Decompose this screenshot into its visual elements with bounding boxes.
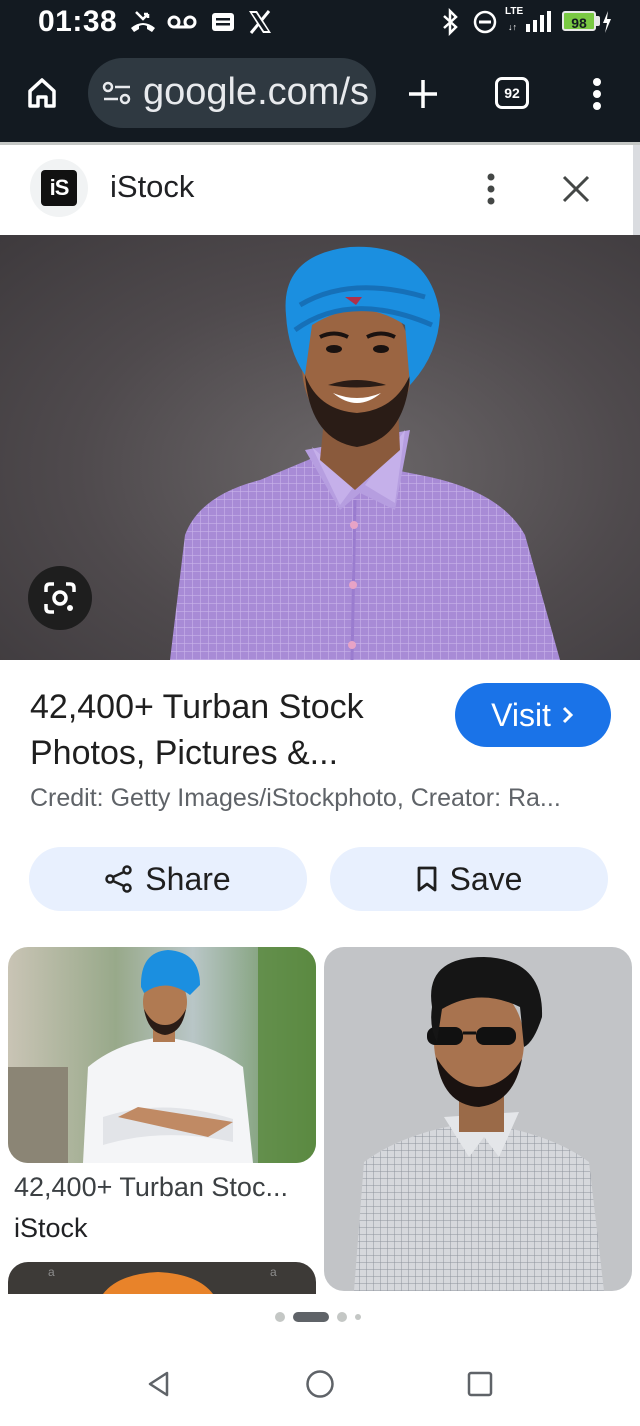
related-image[interactable] xyxy=(324,947,632,1291)
man-with-crossed-arms-photo xyxy=(8,947,316,1163)
home-button[interactable] xyxy=(22,75,62,111)
signal-icon: ↓↑ xyxy=(508,11,551,32)
chevron-right-icon xyxy=(562,706,574,724)
new-tab-button[interactable] xyxy=(404,75,442,113)
plus-icon xyxy=(409,80,437,108)
back-nav-icon[interactable] xyxy=(145,1370,173,1398)
visit-button[interactable]: Visit xyxy=(455,683,611,747)
related-image-partial[interactable]: a a xyxy=(8,1262,316,1294)
share-icon xyxy=(105,865,133,893)
svg-text:a: a xyxy=(48,1265,55,1279)
page-dot xyxy=(275,1312,285,1322)
page-dot xyxy=(337,1312,347,1322)
voicemail-icon xyxy=(167,15,197,29)
source-header: iS iStock xyxy=(0,145,640,235)
save-label: Save xyxy=(449,860,523,897)
page-dot-active xyxy=(293,1312,329,1322)
browser-toolbar: google.com/s 92 xyxy=(0,44,640,142)
related-image-caption[interactable]: 42,400+ Turban Stoc... xyxy=(14,1172,314,1203)
address-bar[interactable]: google.com/s xyxy=(88,58,376,128)
page-dot xyxy=(355,1314,361,1320)
system-nav-bar xyxy=(0,1340,640,1426)
site-settings-icon[interactable] xyxy=(102,81,132,105)
tab-count-label: 92 xyxy=(504,85,520,101)
battery-tip xyxy=(596,16,600,26)
status-bar: 01:38 LTE ↓↑ 98 xyxy=(0,0,640,44)
related-image-source[interactable]: iStock xyxy=(14,1213,88,1244)
google-lens-button[interactable] xyxy=(28,566,92,630)
man-in-black-turban-photo xyxy=(354,957,604,1291)
preview-image[interactable] xyxy=(0,235,640,660)
source-name[interactable]: iStock xyxy=(110,169,194,205)
status-time: 01:38 xyxy=(38,5,118,38)
svg-text:↓↑: ↓↑ xyxy=(508,22,517,32)
message-icon xyxy=(212,13,234,31)
google-lens-icon xyxy=(44,582,76,614)
browser-menu-button[interactable] xyxy=(582,74,612,114)
related-image[interactable] xyxy=(8,947,316,1163)
close-icon[interactable] xyxy=(560,173,592,205)
share-label: Share xyxy=(145,860,231,897)
image-credit: Credit: Getty Images/iStockphoto, Creato… xyxy=(30,784,561,812)
battery-indicator: 98 xyxy=(562,11,596,31)
visit-label: Visit xyxy=(491,696,551,733)
man-in-blue-turban-photo xyxy=(170,246,560,660)
more-vert-icon xyxy=(593,78,601,110)
save-button[interactable]: Save xyxy=(330,847,608,911)
missed-call-icon xyxy=(131,11,155,32)
svg-text:a: a xyxy=(270,1265,277,1279)
bookmark-icon xyxy=(417,866,436,892)
home-nav-icon[interactable] xyxy=(305,1369,335,1399)
source-logo[interactable]: iS xyxy=(30,159,88,217)
x-app-icon xyxy=(249,10,271,34)
result-title[interactable]: 42,400+ Turban Stock Photos, Pictures &.… xyxy=(30,684,430,776)
recents-nav-icon[interactable] xyxy=(467,1371,493,1397)
do-not-disturb-icon xyxy=(473,10,497,34)
more-vert-icon[interactable] xyxy=(476,171,506,207)
istock-logo-mark: iS xyxy=(41,170,77,206)
charging-icon xyxy=(603,11,611,33)
tab-switcher-button[interactable]: 92 xyxy=(495,77,529,109)
share-button[interactable]: Share xyxy=(29,847,307,911)
orange-turban-photo: a a xyxy=(48,1265,277,1294)
bluetooth-icon xyxy=(443,8,458,36)
url-text: google.com/s xyxy=(143,71,370,113)
home-icon xyxy=(28,78,56,108)
